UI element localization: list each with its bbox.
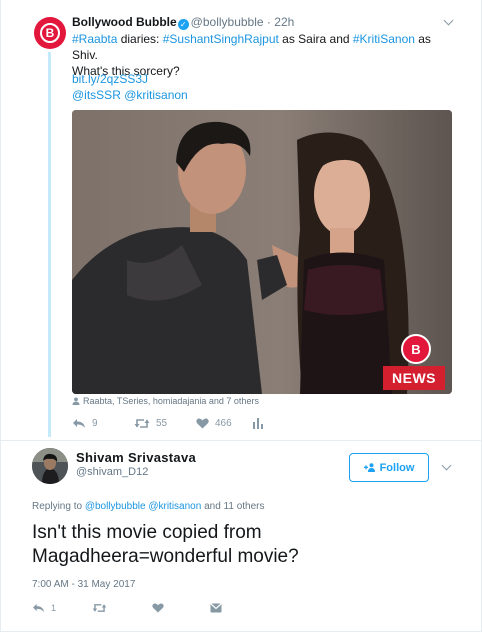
person-icon [72,397,80,405]
chevron-down-icon[interactable] [443,17,453,27]
avatar[interactable]: B [34,17,66,49]
like-count: 466 [215,418,232,429]
follow-button[interactable]: Follow [349,453,429,482]
tweet-text-segment: diaries: [117,32,163,46]
heart-icon [152,603,164,613]
message-icon [210,603,222,613]
reply-icon [73,419,85,428]
retweet-button[interactable] [92,603,107,613]
replying-prefix: Replying to [32,501,85,512]
avatar-photo [32,448,68,484]
video-still-illustration [72,110,452,394]
chevron-down-icon[interactable] [441,462,451,472]
retweet-count: 55 [156,418,168,429]
retweet-icon [134,419,150,428]
media-credit[interactable]: Raabta, TSeries, homiadajania and 7 othe… [72,396,259,406]
bollywood-bubble-logo: B [40,23,60,43]
tweet-time[interactable]: 22h [274,15,294,29]
tweet-text-segment: as Saira and [278,32,353,46]
analytics-button[interactable] [252,418,264,429]
separator-dot: · [266,15,271,29]
news-label: NEWS [383,366,445,390]
thread-connector-line [48,52,51,437]
like-button[interactable] [152,603,164,613]
hashtag-raabta[interactable]: #Raabta [72,32,117,46]
reply-tweet[interactable]: Shivam Srivastava @shivam_D12 Follow Rep… [1,440,482,632]
replying-handle-bollybubble[interactable]: @bollybubble [85,501,146,512]
reply-count: 9 [92,418,98,429]
tweet-mentions[interactable]: @itsSSR @kritisanon [72,88,188,102]
tweet-header: Bollywood Bubble ✓ @bollybubble · 22h [72,15,294,30]
hashtag-sushant[interactable]: #SushantSinghRajput [163,32,279,46]
author-handle[interactable]: @shivam_D12 [76,466,148,478]
reply-button[interactable]: 9 [72,418,98,429]
follow-button-label: Follow [379,461,415,474]
media-credit-text: Raabta, TSeries, homiadajania and 7 othe… [83,396,259,406]
author-name[interactable]: Bollywood Bubble [72,15,177,29]
hashtag-kriti[interactable]: #KritiSanon [353,32,415,46]
verified-icon: ✓ [177,19,189,30]
parent-tweet[interactable]: B Bollywood Bubble ✓ @bollybubble · 22h #R… [1,0,482,440]
heart-icon [196,418,209,429]
replying-to: Replying to @bollybubble @kritisanon and… [32,501,265,512]
direct-message-button[interactable] [210,603,222,613]
news-channel-logo: B [401,334,431,364]
author-name[interactable]: Shivam Srivastava [76,450,196,465]
follow-person-icon [363,463,375,472]
video-thumbnail[interactable]: B NEWS [72,110,452,394]
retweet-icon [92,604,107,612]
reply-icon [33,603,44,613]
analytics-icon [253,418,263,429]
retweet-button[interactable]: 55 [134,418,167,429]
avatar[interactable] [32,448,68,484]
tweet-timestamp[interactable]: 7:00 AM - 31 May 2017 [32,579,135,590]
replying-suffix[interactable]: and 11 others [201,501,264,512]
tweet-text: Isn't this movie copied from Magadheera=… [32,522,299,567]
replying-handle-kritisanon[interactable]: @kritisanon [148,501,201,512]
tweet-thread: B Bollywood Bubble ✓ @bollybubble · 22h #R… [0,0,482,632]
reply-button[interactable]: 1 [32,603,56,613]
like-button[interactable]: 466 [196,418,232,429]
reply-count: 1 [51,603,57,613]
author-handle[interactable]: @bollybubble [191,15,264,29]
tweet-short-link[interactable]: bit.ly/2qzSS3J [72,72,148,86]
